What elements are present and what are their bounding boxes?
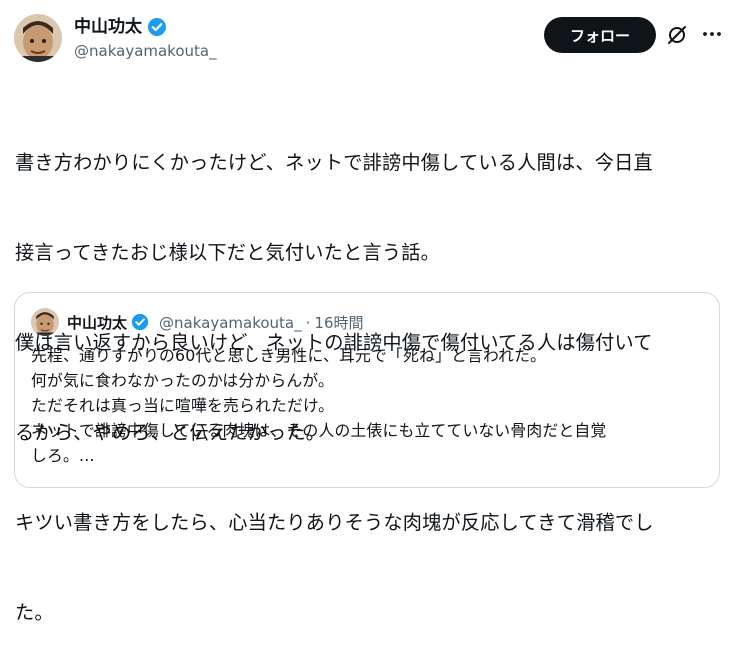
more-icon[interactable] bbox=[700, 22, 724, 46]
separator-dot: · bbox=[305, 313, 311, 332]
quoted-author-avatar[interactable] bbox=[31, 308, 59, 336]
tweet-line: た。 bbox=[15, 601, 54, 624]
follow-button[interactable]: フォロー bbox=[544, 17, 656, 53]
author-name[interactable]: 中山功太 bbox=[74, 17, 142, 37]
grok-icon[interactable] bbox=[666, 24, 688, 46]
quoted-text: 先程、通りすがりの60代と思しき男性に、耳元で「死ね」と言われた。 何が気に食わ… bbox=[31, 343, 711, 468]
tweet-line: 接言ってきたおじ様以下だと気付いたと言う話。 bbox=[15, 241, 440, 264]
tweet-line: 書き方わかりにくかったけど、ネットで誹謗中傷している人間は、今日直 bbox=[15, 151, 653, 174]
quoted-line: 何が気に食わなかったのかは分からんが。 bbox=[31, 371, 334, 390]
tweet-line: キツい書き方をしたら、心当たりありそうな肉塊が反応してきて滑稽でし bbox=[15, 511, 654, 534]
quoted-author-name[interactable]: 中山功太 bbox=[67, 312, 127, 333]
author-handle[interactable]: @nakayamakouta_ bbox=[74, 42, 217, 60]
tweet-header: 中山功太 @nakayamakouta_ フォロー bbox=[14, 14, 724, 66]
verified-badge-icon bbox=[131, 313, 151, 333]
quoted-author-handle[interactable]: @nakayamakouta_ bbox=[159, 314, 302, 332]
verified-badge-icon bbox=[147, 17, 167, 37]
quoted-line: ただそれは真っ当に喧嘩を売られただけ。 bbox=[31, 396, 335, 415]
quoted-timestamp[interactable]: 16時間 bbox=[314, 312, 363, 333]
quoted-line: 先程、通りすがりの60代と思しき男性に、耳元で「死ね」と言われた。 bbox=[31, 346, 547, 365]
quoted-tweet[interactable]: 中山功太 @nakayamakouta_ · 16時間 先程、通りすがりの60代… bbox=[14, 292, 720, 488]
quoted-line: ネットで誹謗中傷している肉塊は、その人の土俵にも立てていない骨肉だと自覚 bbox=[31, 421, 607, 440]
author-avatar[interactable] bbox=[14, 14, 62, 62]
quoted-line: しろ。... bbox=[31, 446, 95, 465]
quoted-header: 中山功太 @nakayamakouta_ · 16時間 bbox=[67, 312, 364, 333]
